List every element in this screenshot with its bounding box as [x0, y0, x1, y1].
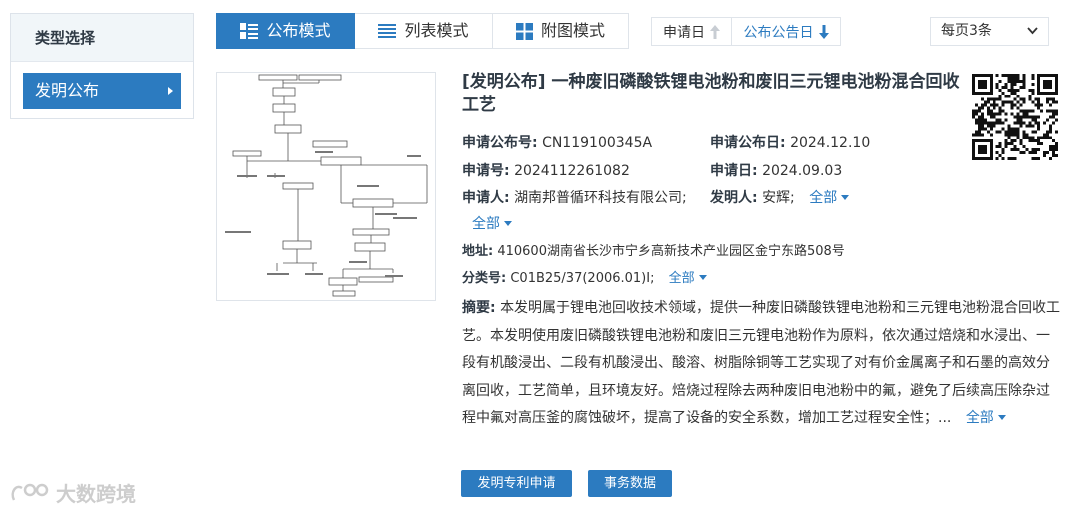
flowchart-figure	[225, 74, 428, 297]
tab-label: 附图模式	[540, 21, 605, 40]
grid-icon	[515, 22, 533, 40]
sidebar-item-invention-publication[interactable]: 发明公布	[23, 73, 181, 109]
link-label: 全部	[668, 271, 695, 286]
sort-group: 申请日 公布公告日	[651, 17, 841, 46]
applicant: 湖南邦普循环科技有限公司;	[514, 190, 687, 206]
per-page-select[interactable]: 每页3条	[930, 17, 1049, 46]
field-label: 申请公布号:	[462, 135, 538, 151]
classification-field: 分类号: C01B25/37(2006.01)I; 全部	[462, 269, 707, 289]
tab-figure-mode[interactable]: 附图模式	[493, 13, 629, 49]
transaction-data-button[interactable]: 事务数据	[588, 470, 672, 497]
inventor-field: 发明人: 安辉; 全部	[710, 188, 850, 208]
patent-figure-thumbnail[interactable]	[216, 72, 436, 301]
classification-code: C01B25/37(2006.01)I;	[510, 271, 655, 286]
address: 410600湖南省长沙市宁乡高新技术产业园区金宁东路508号	[497, 244, 845, 259]
invention-application-button[interactable]: 发明专利申请	[461, 470, 572, 497]
list-icon	[378, 24, 397, 38]
field-label: 申请日:	[710, 163, 758, 179]
patent-title-link[interactable]: [发明公布] 一种废旧磷酸铁锂电池粉和废旧三元锂电池粉混合回收工艺	[462, 71, 962, 117]
per-page-value: 每页3条	[941, 23, 992, 39]
application-number-field: 申请号: 2024112261082	[462, 161, 630, 181]
caret-down-icon	[698, 275, 707, 280]
sort-label: 公布公告日	[743, 24, 814, 41]
inventor: 安辉;	[762, 190, 795, 206]
logo-icon	[11, 483, 49, 501]
caret-down-icon	[841, 195, 850, 200]
field-label: 摘要:	[462, 300, 496, 316]
publication-number-field: 申请公布号: CN119100345A	[462, 133, 652, 153]
applicant-show-all-link[interactable]: 全部	[472, 216, 512, 232]
application-date: 2024.09.03	[762, 163, 843, 179]
field-label: 发明人:	[710, 190, 758, 206]
chevron-right-icon	[168, 87, 173, 95]
watermark-text: 大数跨境	[56, 482, 136, 506]
sort-by-application-date[interactable]: 申请日	[652, 18, 732, 45]
inventor-show-all-link[interactable]: 全部	[809, 190, 850, 206]
link-label: 全部	[809, 190, 838, 206]
link-label: 全部	[472, 216, 500, 232]
qr-code-icon	[972, 74, 1058, 160]
tab-label: 公布模式	[266, 21, 331, 40]
caret-down-icon	[997, 415, 1006, 420]
applicant-field: 申请人: 湖南邦普循环科技有限公司;	[462, 188, 687, 208]
watermark: 大数跨境	[10, 478, 136, 507]
tab-list-mode[interactable]: 列表模式	[355, 13, 493, 49]
sort-by-publication-date[interactable]: 公布公告日	[732, 18, 840, 45]
publication-date: 2024.12.10	[790, 135, 871, 151]
sort-label: 申请日	[663, 24, 705, 41]
chevron-down-icon	[1027, 27, 1038, 35]
tab-label: 列表模式	[404, 21, 469, 40]
type-filter-panel: 类型选择 发明公布	[10, 13, 194, 119]
field-label: 申请公布日:	[710, 135, 786, 151]
publication-date-field: 申请公布日: 2024.12.10	[710, 133, 870, 153]
sidebar-item-label: 发明公布	[35, 81, 100, 100]
abstract: 摘要: 本发明属于锂电池回收技术领域，提供一种废旧磷酸铁锂电池粉和三元锂电池粉混…	[462, 295, 1062, 433]
list-detail-icon	[240, 23, 259, 39]
application-number: 2024112261082	[514, 163, 630, 179]
address-field: 地址: 410600湖南省长沙市宁乡高新技术产业园区金宁东路508号	[462, 242, 845, 262]
field-label: 申请人:	[462, 190, 510, 206]
abstract-show-all-link[interactable]: 全部	[966, 410, 1006, 426]
abstract-text: 本发明属于锂电池回收技术领域，提供一种废旧磷酸铁锂电池粉和三元锂电池粉混合回收工…	[462, 300, 1061, 426]
caret-down-icon	[504, 221, 512, 226]
arrow-down-icon	[818, 24, 829, 39]
classification-show-all-link[interactable]: 全部	[669, 271, 707, 286]
tab-publication-mode[interactable]: 公布模式	[216, 13, 355, 49]
type-filter-header: 类型选择	[11, 14, 193, 62]
link-label: 全部	[965, 410, 994, 426]
applicant-more-row: 全部	[462, 214, 512, 234]
field-label: 分类号:	[462, 271, 507, 286]
publication-number: CN119100345A	[542, 135, 653, 151]
view-toolbar: 公布模式 列表模式 附图模式 申请日 公布公告日 每页3条	[216, 13, 1061, 49]
arrow-up-icon	[710, 24, 720, 39]
application-date-field: 申请日: 2024.09.03	[710, 161, 842, 181]
field-label: 申请号:	[462, 163, 510, 179]
field-label: 地址:	[462, 244, 494, 259]
